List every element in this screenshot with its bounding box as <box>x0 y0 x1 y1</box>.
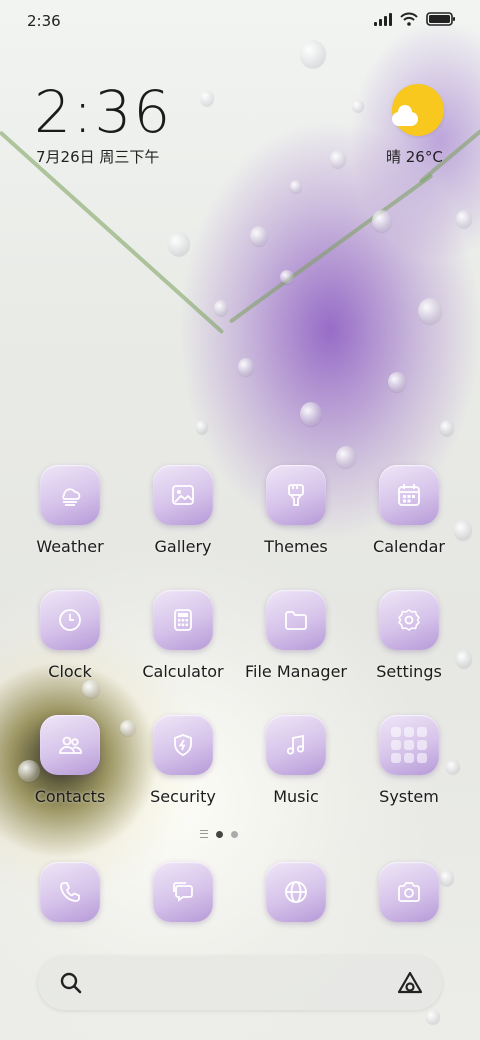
water-drop <box>388 372 406 392</box>
stem <box>228 173 434 324</box>
battery-icon <box>426 12 456 26</box>
app-label: Clock <box>48 662 92 681</box>
app-calendar[interactable]: Calendar <box>349 465 469 556</box>
water-drop <box>168 232 190 256</box>
app-label: Music <box>273 787 319 806</box>
clock-widget-time[interactable]: 2:36 <box>34 78 172 146</box>
water-drop <box>280 270 294 284</box>
weather-widget-text[interactable]: 晴 26°C <box>386 146 443 167</box>
app-label: File Manager <box>245 662 347 681</box>
water-drop <box>418 298 442 324</box>
clock-icon[interactable] <box>40 590 100 650</box>
app-settings[interactable]: Settings <box>349 590 469 681</box>
music-note-icon[interactable] <box>266 715 326 775</box>
dock-messages[interactable] <box>123 862 243 922</box>
brush-icon[interactable] <box>266 465 326 525</box>
app-label: Settings <box>376 662 442 681</box>
water-drop <box>300 402 322 426</box>
water-drop <box>214 300 228 316</box>
status-time: 2:36 <box>27 12 61 30</box>
water-drop <box>352 100 364 112</box>
wifi-icon <box>400 12 418 26</box>
search-input[interactable] <box>94 970 378 998</box>
app-gallery[interactable]: Gallery <box>123 465 243 556</box>
shield-icon[interactable] <box>153 715 213 775</box>
app-label: Themes <box>264 537 328 556</box>
gallery-app-icon[interactable] <box>153 465 213 525</box>
page-indicator[interactable] <box>200 830 238 838</box>
phone-icon[interactable] <box>40 862 100 922</box>
water-drop <box>200 90 214 106</box>
app-label: Security <box>150 787 216 806</box>
app-clock[interactable]: Clock <box>10 590 130 681</box>
dock-camera[interactable] <box>349 862 469 922</box>
water-drop <box>372 210 392 232</box>
cloud-icon <box>392 105 418 126</box>
water-drop <box>290 180 302 193</box>
clock-widget-date[interactable]: 7月26日 周三下午 <box>36 146 159 167</box>
page-indicator-menu-icon <box>200 830 208 838</box>
app-music[interactable]: Music <box>236 715 356 806</box>
water-drop <box>238 358 254 376</box>
dock-phone[interactable] <box>10 862 130 922</box>
app-weather[interactable]: Weather <box>10 465 130 556</box>
app-calculator[interactable]: Calculator <box>123 590 243 681</box>
gear-icon[interactable] <box>379 590 439 650</box>
folder-preview <box>391 727 427 763</box>
signal-icon <box>374 12 392 26</box>
weather-app-icon[interactable] <box>40 465 100 525</box>
app-label: Calculator <box>142 662 224 681</box>
page-dot <box>231 830 238 838</box>
calendar-icon[interactable] <box>379 465 439 525</box>
app-label: Gallery <box>154 537 212 556</box>
assistant-icon[interactable] <box>396 970 424 1000</box>
app-themes[interactable]: Themes <box>236 465 356 556</box>
folder-icon[interactable] <box>266 590 326 650</box>
app-label: Calendar <box>373 537 445 556</box>
water-drop <box>196 420 208 434</box>
status-icons <box>374 12 456 26</box>
water-drop <box>250 226 268 246</box>
calculator-icon[interactable] <box>153 590 213 650</box>
page-dot-active <box>216 830 223 838</box>
folder-grid-icon[interactable] <box>379 715 439 775</box>
app-security[interactable]: Security <box>123 715 243 806</box>
water-drop <box>456 210 472 228</box>
app-label: Weather <box>36 537 104 556</box>
app-contacts[interactable]: Contacts <box>10 715 130 806</box>
search-bar[interactable] <box>38 956 442 1010</box>
globe-icon[interactable] <box>266 862 326 922</box>
messages-icon[interactable] <box>153 862 213 922</box>
app-file-manager[interactable]: File Manager <box>236 590 356 681</box>
search-icon[interactable] <box>58 970 84 1000</box>
water-drop <box>426 1010 440 1024</box>
app-label: Contacts <box>34 787 106 806</box>
water-drop <box>440 420 454 436</box>
dock-browser[interactable] <box>236 862 356 922</box>
contacts-icon[interactable] <box>40 715 100 775</box>
app-system-folder[interactable]: System <box>349 715 469 806</box>
camera-icon[interactable] <box>379 862 439 922</box>
water-drop <box>82 680 100 698</box>
water-drop <box>300 40 326 68</box>
water-drop <box>330 150 346 168</box>
app-label: System <box>379 787 439 806</box>
status-bar: 2:36 <box>0 0 480 44</box>
